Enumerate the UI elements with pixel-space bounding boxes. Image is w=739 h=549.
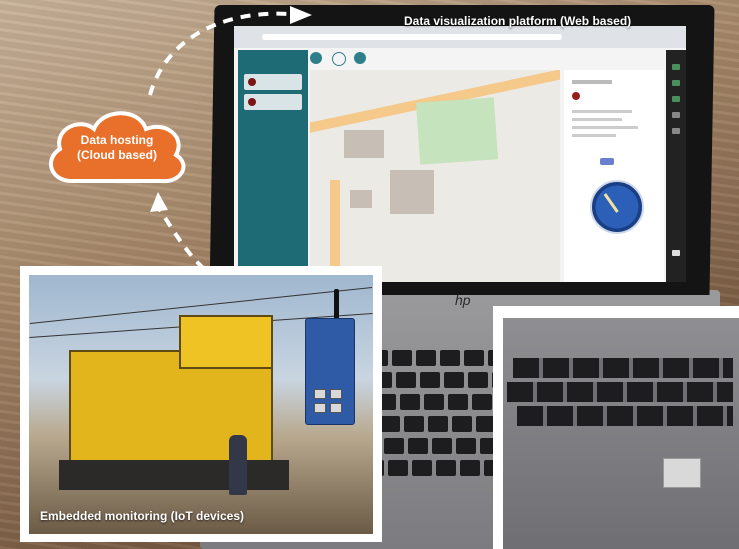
key-row xyxy=(517,406,733,426)
cloud-icon: Data hosting (Cloud based) xyxy=(42,103,192,188)
ethernet-port-icon xyxy=(330,403,342,413)
cloud-label-line1: Data hosting xyxy=(80,133,154,147)
iot-device xyxy=(305,318,355,425)
cloud-label: Data hosting (Cloud based) xyxy=(42,133,192,163)
key-row xyxy=(513,358,733,378)
cloud-label-line2: (Cloud based) xyxy=(77,148,157,162)
key-row xyxy=(507,382,733,402)
arrow-head-icon xyxy=(290,6,312,24)
locomotive-cab xyxy=(179,315,273,369)
worker-figure xyxy=(229,435,247,495)
keyboard-zoom-photo xyxy=(503,318,739,549)
embedded-monitoring-label: Embedded monitoring (IoT devices) xyxy=(40,509,245,523)
dashed-arrow xyxy=(148,11,291,96)
arrow-head-icon xyxy=(150,192,168,212)
cpu-sticker xyxy=(663,458,701,488)
locomotive-chassis xyxy=(59,460,289,490)
ethernet-port-icon xyxy=(330,389,342,399)
ethernet-port-icon xyxy=(314,389,326,399)
locomotive-photo xyxy=(29,275,373,534)
ethernet-port-icon xyxy=(314,403,326,413)
